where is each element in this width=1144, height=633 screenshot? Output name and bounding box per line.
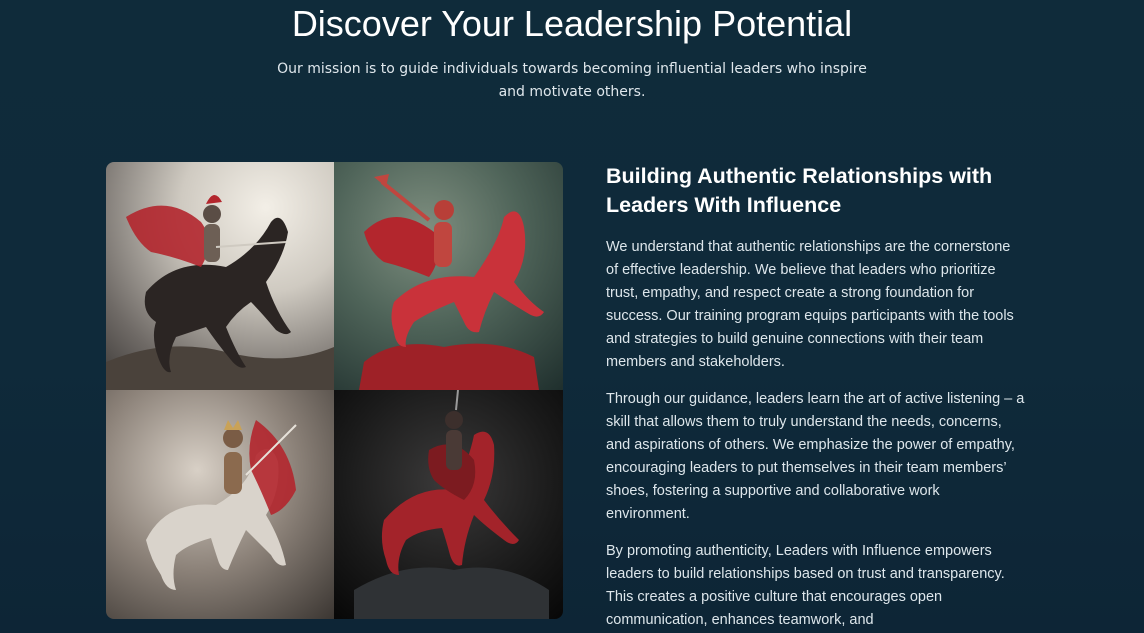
page-title: Discover Your Leadership Potential <box>291 3 853 44</box>
knight-image-4 <box>334 390 563 619</box>
knight-horse-collage <box>106 162 563 619</box>
mission-subtitle: Our mission is to guide individuals towa… <box>277 61 867 100</box>
knight-image-2 <box>334 162 563 390</box>
section-title: Building Authentic Relationships with Le… <box>606 164 993 217</box>
knight-image-1 <box>106 162 334 390</box>
paragraph-1: We understand that authentic relationshi… <box>606 239 1014 370</box>
knight-image-3 <box>106 390 334 619</box>
paragraph-3: By promoting authenticity, Leaders with … <box>606 543 1005 628</box>
paragraph-2: Through our guidance, leaders learn the … <box>606 391 1025 522</box>
relationships-section: Building Authentic Relationships with Le… <box>606 162 1026 633</box>
